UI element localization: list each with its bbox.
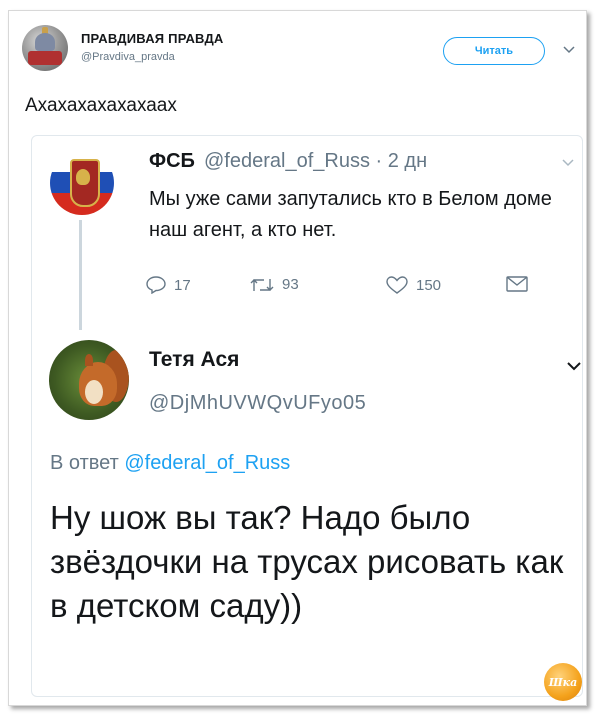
reply-author-name[interactable]: Тетя Ася xyxy=(149,348,239,372)
retweet-action[interactable]: 93 xyxy=(250,276,299,293)
quoted-tweet-text: Мы уже сами запутались кто в Белом доме … xyxy=(149,188,552,241)
account-name[interactable]: ПРАВДИВАЯ ПРАВДА xyxy=(81,31,224,46)
like-icon xyxy=(386,276,408,294)
quoted-author-meta[interactable]: @federal_of_Russ · 2 дн xyxy=(204,150,427,173)
message-icon xyxy=(506,276,528,292)
reply-action[interactable]: 17 xyxy=(146,276,191,294)
fsb-avatar[interactable] xyxy=(50,151,114,215)
chevron-down-icon[interactable] xyxy=(567,358,581,374)
retweet-icon xyxy=(250,277,274,293)
watermark-logo: Шка xyxy=(544,663,582,701)
chevron-down-icon[interactable] xyxy=(562,154,574,170)
reply-mention-link[interactable]: @federal_of_Russ xyxy=(124,452,290,474)
reply-author-avatar[interactable] xyxy=(49,340,129,420)
tweet-actions: 17 93 150 xyxy=(32,276,582,304)
reply-tweet-text: Ну шож вы так? Надо было звёздочки на тр… xyxy=(50,499,564,624)
tweet-header: ПРАВДИВАЯ ПРАВДА @Pravdiva_pravda Читать xyxy=(9,11,586,81)
like-count: 150 xyxy=(416,276,442,294)
account-handle[interactable]: @Pravdiva_pravda xyxy=(81,51,175,63)
tweet-text: Ахахахахахахаах xyxy=(25,95,177,116)
reply-icon xyxy=(146,276,166,294)
account-avatar[interactable] xyxy=(22,25,68,71)
follow-button[interactable]: Читать xyxy=(443,37,545,65)
reply-author-handle[interactable]: @DjMhUVWQvUFyo05 xyxy=(149,392,366,415)
reply-prefix: В ответ xyxy=(50,452,119,474)
reply-count: 17 xyxy=(174,276,191,294)
like-action[interactable]: 150 xyxy=(386,276,441,294)
reply-context: В ответ @federal_of_Russ xyxy=(50,452,290,475)
message-action[interactable] xyxy=(506,276,528,292)
quoted-author-name[interactable]: ФСБ xyxy=(149,150,195,173)
retweet-count: 93 xyxy=(282,276,299,293)
chevron-down-icon[interactable] xyxy=(563,41,575,57)
quoted-thread[interactable]: ФСБ @federal_of_Russ · 2 дн Мы уже сами … xyxy=(31,135,583,697)
tweet-card: ПРАВДИВАЯ ПРАВДА @Pravdiva_pravda Читать… xyxy=(8,10,587,706)
thread-line xyxy=(79,220,82,330)
